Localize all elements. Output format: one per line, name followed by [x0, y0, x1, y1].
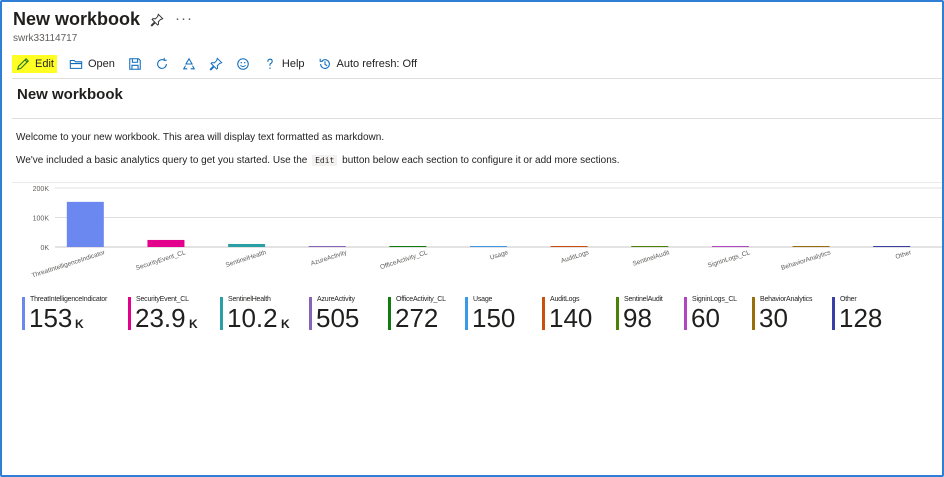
bar[interactable]	[308, 246, 346, 247]
bar[interactable]	[147, 239, 185, 247]
tile-label: SentinelHealth	[228, 296, 271, 303]
tile-value: 23.9	[135, 303, 186, 333]
divider	[12, 78, 942, 79]
tile-color-bar	[542, 297, 545, 330]
auto-refresh-label: Auto refresh: Off	[336, 58, 418, 70]
save-button[interactable]	[125, 55, 145, 73]
tile-label: AzureActivity	[317, 296, 355, 303]
tile-unit: K	[189, 317, 198, 331]
page-title: New workbook	[13, 9, 141, 29]
pin-icon[interactable]	[150, 13, 164, 27]
tile-label: SentinelAudit	[624, 296, 663, 303]
tile-label: AuditLogs	[550, 296, 580, 303]
feedback-button[interactable]	[233, 55, 253, 73]
bar[interactable]	[792, 246, 830, 247]
tile-label: Usage	[473, 296, 493, 303]
tile-color-bar	[22, 297, 25, 330]
markdown-paragraph: Welcome to your new workbook. This area …	[16, 132, 385, 143]
bar[interactable]	[66, 201, 104, 247]
edit-label: Edit	[35, 58, 54, 70]
x-tick-label: OfficeActivity_CL	[379, 249, 428, 271]
recycle-icon	[182, 57, 196, 70]
tile-value: 153	[29, 303, 73, 333]
tile-value: 150	[472, 303, 516, 333]
toolbar: Edit Open Help Auto refresh: Off	[12, 54, 427, 74]
tile-value: 505	[316, 303, 360, 333]
pencil-icon	[16, 57, 30, 71]
tile-value: 60	[691, 303, 720, 333]
refresh-button[interactable]	[152, 55, 172, 73]
y-tick-label: 100K	[33, 216, 50, 223]
pin-icon	[209, 57, 223, 71]
tile-unit: K	[75, 317, 84, 331]
clock-refresh-icon	[319, 58, 330, 69]
refresh-icon	[157, 57, 167, 69]
bar[interactable]	[470, 246, 507, 247]
x-tick-label: BehaviorAnalytics	[780, 249, 832, 272]
bar-chart: 200K 100K 0KThreatIntelligenceIndicator Sec…	[31, 186, 942, 280]
tile-value: 10.2	[227, 303, 278, 333]
tile-color-bar	[752, 297, 755, 330]
pin-button[interactable]	[206, 55, 226, 73]
inline-code: Edit	[312, 155, 338, 166]
help-button[interactable]: Help	[260, 55, 308, 73]
x-tick-label: SigninLogs_CL	[707, 249, 751, 269]
bar[interactable]	[711, 246, 749, 247]
help-label: Help	[281, 58, 305, 70]
tile-color-bar	[128, 297, 131, 330]
workbook-heading: New workbook	[17, 86, 123, 103]
tile-color-bar	[220, 297, 223, 330]
bar[interactable]	[389, 246, 427, 247]
x-tick-label: SecurityEvent_CL	[135, 249, 187, 272]
tile-label: ThreatIntelligenceIndicator	[30, 296, 108, 303]
edit-button[interactable]: Edit	[12, 55, 57, 73]
tile-label: BehaviorAnalytics	[760, 296, 813, 303]
x-tick-label: SentinelAudit	[632, 249, 671, 268]
share-button[interactable]	[179, 55, 199, 73]
save-icon	[129, 58, 141, 70]
tile-value: 140	[549, 303, 593, 333]
tile-label: Other	[840, 296, 857, 303]
smiley-icon	[237, 58, 249, 70]
x-tick-label: ThreatIntelligenceIndicator	[31, 249, 107, 280]
x-tick-label: AuditLogs	[560, 249, 590, 265]
tile-value: 272	[395, 303, 439, 333]
tile-color-bar	[465, 297, 468, 330]
tile-color-bar	[832, 297, 835, 330]
open-button[interactable]: Open	[66, 55, 118, 73]
tile-value: 30	[759, 303, 788, 333]
tile-label: OfficeActivity_CL	[396, 296, 446, 303]
tile-color-bar	[309, 297, 312, 330]
workbook-id: swrk33114717	[13, 33, 78, 44]
divider	[12, 118, 942, 119]
tile-label: SigninLogs_CL	[692, 296, 737, 303]
tile-label: SecurityEvent_CL	[136, 296, 189, 303]
bar[interactable]	[873, 246, 911, 247]
help-icon	[267, 58, 273, 69]
more-options-icon[interactable]: ···	[175, 10, 193, 27]
paragraph-text: We've included a basic analytics query t…	[16, 155, 308, 166]
x-tick-label: Other	[895, 249, 913, 261]
x-tick-label: SentinelHealth	[225, 249, 268, 269]
tile-value: 98	[623, 303, 652, 333]
tile-color-bar	[684, 297, 687, 330]
bar[interactable]	[550, 246, 588, 247]
auto-refresh-button[interactable]: Auto refresh: Off	[315, 55, 421, 73]
paragraph-text: button below each section to configure i…	[342, 155, 620, 166]
tile-color-bar	[388, 297, 391, 330]
y-tick-label: 200K	[33, 186, 50, 193]
folder-open-icon	[69, 59, 83, 69]
tile-value: 128	[839, 303, 883, 333]
tile-unit: K	[281, 317, 290, 331]
x-tick-label: Usage	[489, 249, 509, 262]
bar[interactable]	[631, 246, 669, 247]
open-label: Open	[87, 58, 115, 70]
y-tick-label: 0K	[40, 245, 49, 252]
x-tick-label: AzureActivity	[310, 249, 349, 267]
bar[interactable]	[228, 243, 266, 247]
tile-color-bar	[616, 297, 619, 330]
markdown-paragraph: We've included a basic analytics query t…	[16, 155, 620, 166]
